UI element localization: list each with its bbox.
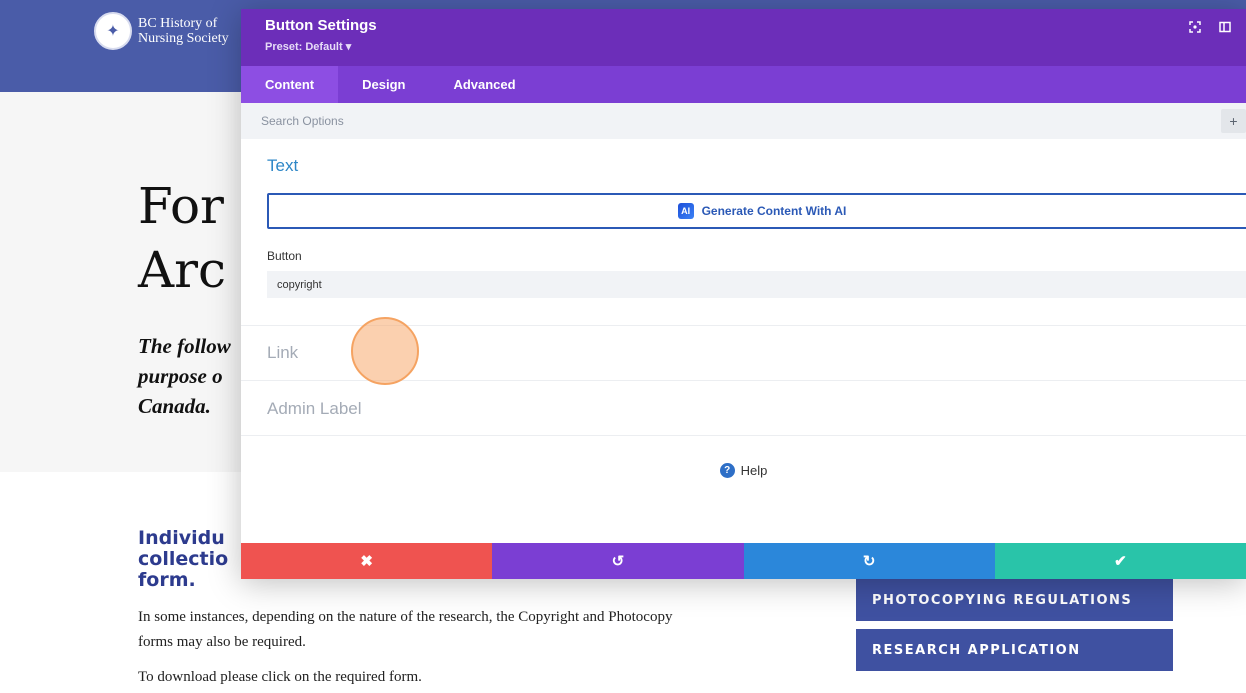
hero-sub-line-1: The follow (138, 334, 231, 358)
toggle-link-group[interactable]: Link (267, 343, 298, 363)
body-paragraph-1-cont: forms may also be required. (138, 634, 306, 650)
help-icon: ? (719, 463, 735, 478)
preset-dropdown[interactable]: Preset: Default ▾ (265, 40, 351, 53)
modal-header: Button Settings Preset: Default ▾ (241, 9, 1246, 66)
search-options-input[interactable] (261, 108, 1201, 134)
focus-icon[interactable] (1186, 18, 1204, 36)
society-seal-icon[interactable]: ✦ (94, 12, 132, 50)
hero-sub-line-2: purpose o (138, 364, 223, 388)
research-application-button[interactable]: RESEARCH APPLICATION (856, 629, 1173, 671)
logo-line-1: BC History of (138, 16, 218, 31)
divider (241, 435, 1246, 436)
modal-title: Button Settings (265, 17, 377, 34)
button-settings-modal: Button Settings Preset: Default ▾ Conten… (241, 9, 1246, 579)
ai-icon: AI (677, 203, 694, 219)
tab-content[interactable]: Content (241, 66, 339, 103)
section-title-line-2: collectio (138, 548, 229, 570)
redo-button[interactable]: ↻ (743, 543, 995, 579)
add-filter-button[interactable]: + (1221, 109, 1246, 133)
site-logo-text[interactable]: BC History of Nursing Society (138, 16, 229, 46)
button-text-input[interactable] (267, 271, 1246, 298)
logo-line-2: Nursing Society (138, 31, 229, 46)
undo-button[interactable]: ↺ (492, 543, 744, 579)
tab-advanced[interactable]: Advanced (429, 66, 539, 103)
section-title-line-3: form. (138, 569, 196, 591)
hero-title-line-2: Arc (138, 241, 227, 299)
toggle-admin-label-group[interactable]: Admin Label (267, 399, 362, 419)
toggle-text-group[interactable]: Text (267, 156, 298, 176)
sidebar-layout-icon[interactable] (1216, 18, 1234, 36)
body-paragraph-2: To download please click on the required… (138, 669, 422, 685)
settings-tabs: Content Design Advanced (241, 66, 1246, 103)
body-paragraph-1: In some instances, depending on the natu… (138, 609, 673, 625)
search-options-bar: + (241, 103, 1246, 139)
save-changes-button[interactable]: ✔ (994, 543, 1246, 579)
click-indicator (351, 317, 419, 385)
generate-ai-content-button[interactable]: AI Generate Content With AI (267, 193, 1246, 229)
help-link[interactable]: ? Help (241, 463, 1246, 478)
button-field-label: Button (267, 249, 302, 263)
tab-design[interactable]: Design (338, 66, 429, 103)
help-label: Help (740, 463, 768, 478)
generate-ai-label: Generate Content With AI (701, 204, 847, 218)
hero-sub-line-3: Canada. (138, 394, 211, 418)
hero-title: For Arc (138, 174, 226, 302)
discard-close-button[interactable]: ✖ (241, 543, 493, 579)
section-title: Individu collectio form. (138, 528, 228, 591)
modal-footer: ✖ ↺ ↻ ✔ (241, 543, 1246, 579)
hero-subtitle: The follow purpose o Canada. (138, 331, 231, 421)
section-title-line-1: Individu (138, 527, 225, 549)
photocopying-regulations-button[interactable]: PHOTOCOPYING REGULATIONS (856, 579, 1173, 621)
hero-title-line-1: For (138, 177, 224, 235)
